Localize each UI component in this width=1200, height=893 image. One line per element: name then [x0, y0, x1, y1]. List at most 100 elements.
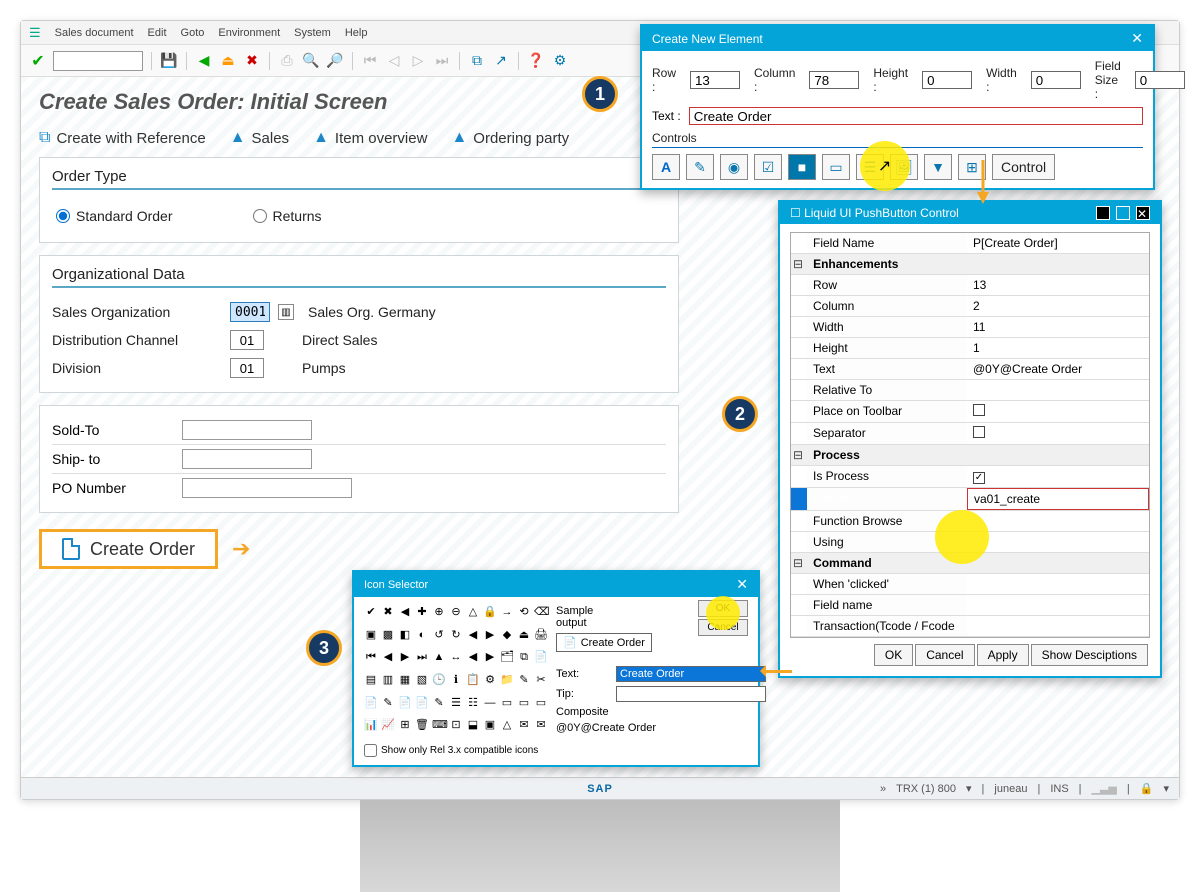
desc-division: Pumps [296, 360, 346, 376]
new-session-icon[interactable]: ⧉ [468, 52, 486, 70]
menu-edit[interactable]: Edit [148, 27, 167, 39]
radio-returns[interactable]: Returns [253, 208, 322, 224]
label-transaction: Transaction(Tcode / Fcode [807, 616, 967, 636]
section-enhancements[interactable]: Enhancements [807, 254, 967, 274]
shortcut-icon[interactable]: ↗ [492, 52, 510, 70]
exit-icon[interactable]: ⏏ [219, 52, 237, 70]
control-dropdown-icon[interactable]: ▼ [924, 154, 952, 180]
label-height: Height [807, 338, 967, 358]
close-icon[interactable]: ✕ [1131, 30, 1143, 47]
menu-environment[interactable]: Environment [218, 27, 280, 39]
radio-standard-order[interactable]: Standard Order [56, 208, 173, 224]
find-icon[interactable]: 🔍 [302, 52, 320, 70]
apply-button[interactable]: Apply [977, 644, 1029, 666]
tab-ordering-party[interactable]: ▲Ordering party [451, 129, 569, 147]
create-order-button[interactable]: Create Order [39, 529, 218, 569]
minimize-icon[interactable] [1096, 206, 1110, 220]
value-text[interactable]: @0Y@Create Order [967, 359, 1149, 379]
control-generic-button[interactable]: Control [992, 154, 1055, 180]
input-row[interactable] [690, 71, 740, 89]
prev-page-icon[interactable]: ◁ [385, 52, 403, 70]
menu-sales-document[interactable]: Sales document [55, 27, 134, 39]
find-next-icon[interactable]: 🔎 [326, 52, 344, 70]
sample-output-box: 📄Create Order [556, 633, 652, 652]
separator [459, 52, 460, 70]
input-sales-organization[interactable] [230, 302, 270, 322]
status-more-icon[interactable]: » [880, 783, 886, 795]
control-textbox-icon[interactable]: ☰ [856, 154, 884, 180]
input-column[interactable] [809, 71, 859, 89]
label-height: Height : [873, 66, 908, 94]
input-po-number[interactable] [182, 478, 352, 498]
menu-system[interactable]: System [294, 27, 331, 39]
first-page-icon[interactable]: ⏮ [361, 52, 379, 70]
checkbox-is-process[interactable]: ✓ [973, 472, 985, 484]
menu-goto[interactable]: Goto [181, 27, 205, 39]
value-function-browse[interactable] [967, 511, 1149, 531]
help-icon[interactable]: ❓ [527, 52, 545, 70]
value-relative-to[interactable] [967, 380, 1149, 400]
input-field-size[interactable] [1135, 71, 1185, 89]
section-process[interactable]: Process [807, 445, 967, 465]
cancel-button[interactable]: Cancel [698, 619, 748, 636]
layout-icon[interactable]: ⚙ [551, 52, 569, 70]
value-transaction[interactable] [967, 616, 1149, 636]
value-function[interactable]: va01_create [967, 488, 1149, 510]
maximize-icon[interactable] [1116, 206, 1130, 220]
value-column[interactable]: 2 [967, 296, 1149, 316]
input-sold-to[interactable] [182, 420, 312, 440]
value-using[interactable] [967, 532, 1149, 552]
save-icon[interactable]: 💾 [160, 52, 178, 70]
value-row[interactable]: 13 [967, 275, 1149, 295]
close-icon[interactable]: ✕ [1136, 206, 1150, 220]
cancel-button[interactable]: Cancel [915, 644, 974, 666]
tab-create-with-reference[interactable]: ⧉Create with Reference [39, 129, 206, 147]
input-ship-to[interactable] [182, 449, 312, 469]
menu-help[interactable]: Help [345, 27, 368, 39]
back-icon[interactable]: ◀ [195, 52, 213, 70]
next-page-icon[interactable]: ▷ [409, 52, 427, 70]
icon-grid[interactable]: ✔✖◀✚⊕⊖△🔒→⟲⌫ ▣▩◧◐↺↻◀▶◆⏏🖨 ⏮◀▶⏭▲↔◀▶🗂⧉📄 ▤▥▦▧… [364, 605, 548, 738]
value-width[interactable]: 11 [967, 317, 1149, 337]
input-width[interactable] [1031, 71, 1081, 89]
control-radiobutton-icon[interactable]: ◉ [720, 154, 748, 180]
control-image-icon[interactable]: 🖼 [890, 154, 918, 180]
last-page-icon[interactable]: ⏭ [433, 52, 451, 70]
command-field[interactable] [53, 51, 143, 71]
value-field-name-cmd[interactable] [967, 595, 1149, 615]
label-when-clicked: When 'clicked' [807, 574, 967, 594]
f4-help-icon[interactable]: ▥ [278, 304, 294, 320]
control-text-icon[interactable]: A [652, 154, 680, 180]
chevron-down-icon[interactable]: ▾ [966, 782, 972, 795]
cancel-icon[interactable]: ✖ [243, 52, 261, 70]
enter-icon[interactable]: ✔ [29, 52, 47, 70]
label-po-number: PO Number [52, 480, 182, 496]
tab-sales[interactable]: ▲Sales [230, 129, 289, 147]
control-pushbutton-icon[interactable]: ▭ [822, 154, 850, 180]
print-icon[interactable]: ⎙ [278, 52, 296, 70]
show-descriptions-button[interactable]: Show Desciptions [1031, 644, 1148, 666]
input-division[interactable] [230, 358, 264, 378]
menu-icon[interactable]: ☰ [29, 25, 41, 41]
input-text[interactable] [616, 666, 766, 682]
value-when-clicked[interactable] [967, 574, 1149, 594]
checkbox-place-on-toolbar[interactable] [973, 404, 985, 416]
input-distribution-channel[interactable] [230, 330, 264, 350]
input-height[interactable] [922, 71, 972, 89]
control-checkbox-icon[interactable]: ☑ [754, 154, 782, 180]
control-pushbutton-filled-icon[interactable]: ■ [788, 154, 816, 180]
checkbox-show-only-rel3x[interactable]: Show only Rel 3.x compatible icons [364, 744, 748, 757]
input-text[interactable] [689, 107, 1143, 125]
close-icon[interactable]: ✕ [736, 576, 748, 593]
section-command[interactable]: Command [807, 553, 967, 573]
value-height[interactable]: 1 [967, 338, 1149, 358]
ok-button[interactable]: OK [698, 600, 748, 617]
ok-button[interactable]: OK [874, 644, 913, 666]
tab-item-overview[interactable]: ▲Item overview [313, 129, 427, 147]
control-inputfield-icon[interactable]: ✎ [686, 154, 714, 180]
value-field-name[interactable]: P[Create Order] [967, 233, 1149, 253]
checkbox-separator[interactable] [973, 426, 985, 438]
dialog-title: Icon Selector [364, 579, 428, 591]
chevron-down-icon[interactable]: ▾ [1163, 782, 1169, 795]
input-tip[interactable] [616, 686, 766, 702]
